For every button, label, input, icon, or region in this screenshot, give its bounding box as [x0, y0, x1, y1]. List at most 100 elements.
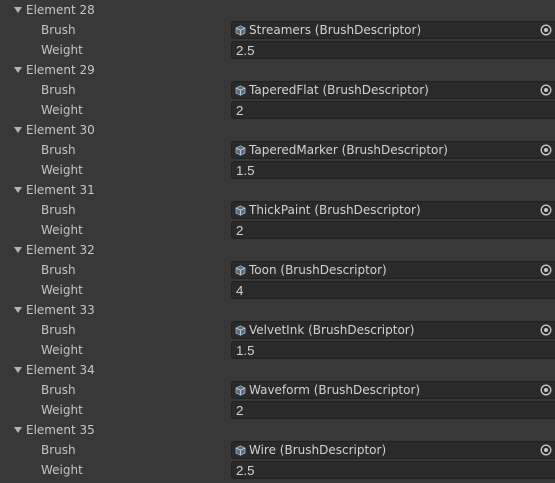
brush-row: Brush Streamers (BrushDescriptor) — [0, 20, 555, 40]
brush-object-name: TaperedMarker (BrushDescriptor) — [249, 143, 448, 157]
object-picker-icon[interactable] — [540, 324, 552, 336]
weight-label: Weight — [41, 43, 83, 57]
scriptable-object-icon — [235, 385, 246, 396]
brush-object-field[interactable]: Waveform (BrushDescriptor) — [231, 381, 555, 399]
element-header-label: Element 30 — [26, 123, 95, 137]
foldout-triangle-icon[interactable] — [13, 420, 24, 440]
weight-label: Weight — [41, 223, 83, 237]
element-header[interactable]: Element 30 — [0, 120, 555, 140]
weight-label: Weight — [41, 403, 83, 417]
list-element: Element 30 Brush TaperedMarker (BrushDes… — [0, 120, 555, 180]
brush-label: Brush — [41, 443, 76, 457]
foldout-triangle-icon[interactable] — [13, 180, 24, 200]
brush-object-field[interactable]: Toon (BrushDescriptor) — [231, 261, 555, 279]
element-header-label: Element 32 — [26, 243, 95, 257]
element-header[interactable]: Element 32 — [0, 240, 555, 260]
weight-label: Weight — [41, 463, 83, 477]
brush-row: Brush Wire (BrushDescriptor) — [0, 440, 555, 460]
foldout-triangle-icon[interactable] — [13, 0, 24, 20]
brush-row: Brush TaperedMarker (BrushDescriptor) — [0, 140, 555, 160]
element-header[interactable]: Element 28 — [0, 0, 555, 20]
weight-input[interactable] — [231, 221, 555, 239]
brush-object-name: Wire (BrushDescriptor) — [249, 443, 387, 457]
weight-input[interactable] — [231, 41, 555, 59]
weight-row: Weight — [0, 40, 555, 60]
brush-label: Brush — [41, 23, 76, 37]
brush-row: Brush VelvetInk (BrushDescriptor) — [0, 320, 555, 340]
inspector-list: Element 28 Brush Streamers (BrushDescrip… — [0, 0, 555, 483]
brush-label: Brush — [41, 83, 76, 97]
foldout-triangle-icon[interactable] — [13, 360, 24, 380]
object-picker-icon[interactable] — [540, 264, 552, 276]
weight-row: Weight — [0, 220, 555, 240]
weight-label: Weight — [41, 163, 83, 177]
list-element: Element 28 Brush Streamers (BrushDescrip… — [0, 0, 555, 60]
scriptable-object-icon — [235, 145, 246, 156]
object-picker-icon[interactable] — [540, 24, 552, 36]
weight-input[interactable] — [231, 341, 555, 359]
list-element: Element 31 Brush ThickPaint (BrushDescri… — [0, 180, 555, 240]
brush-object-field[interactable]: Streamers (BrushDescriptor) — [231, 21, 555, 39]
brush-object-name: TaperedFlat (BrushDescriptor) — [249, 83, 429, 97]
weight-row: Weight — [0, 460, 555, 480]
scriptable-object-icon — [235, 85, 246, 96]
weight-row: Weight — [0, 100, 555, 120]
element-header[interactable]: Element 29 — [0, 60, 555, 80]
scriptable-object-icon — [235, 445, 246, 456]
list-element: Element 33 Brush VelvetInk (BrushDescrip… — [0, 300, 555, 360]
brush-label: Brush — [41, 323, 76, 337]
foldout-triangle-icon[interactable] — [13, 60, 24, 80]
object-picker-icon[interactable] — [540, 384, 552, 396]
weight-input[interactable] — [231, 461, 555, 479]
brush-object-field[interactable]: VelvetInk (BrushDescriptor) — [231, 321, 555, 339]
element-header-label: Element 29 — [26, 63, 95, 77]
list-element: Element 34 Brush Waveform (BrushDescript… — [0, 360, 555, 420]
brush-object-name: Waveform (BrushDescriptor) — [249, 383, 421, 397]
object-picker-icon[interactable] — [540, 444, 552, 456]
brush-object-field[interactable]: Wire (BrushDescriptor) — [231, 441, 555, 459]
scriptable-object-icon — [235, 325, 246, 336]
element-header[interactable]: Element 33 — [0, 300, 555, 320]
object-picker-icon[interactable] — [540, 84, 552, 96]
weight-input[interactable] — [231, 281, 555, 299]
weight-row: Weight — [0, 400, 555, 420]
element-header-label: Element 28 — [26, 3, 95, 17]
element-header[interactable]: Element 35 — [0, 420, 555, 440]
weight-row: Weight — [0, 280, 555, 300]
weight-input[interactable] — [231, 161, 555, 179]
brush-object-name: Streamers (BrushDescriptor) — [249, 23, 422, 37]
weight-row: Weight — [0, 340, 555, 360]
object-picker-icon[interactable] — [540, 204, 552, 216]
brush-label: Brush — [41, 203, 76, 217]
brush-object-field[interactable]: TaperedFlat (BrushDescriptor) — [231, 81, 555, 99]
brush-object-field[interactable]: TaperedMarker (BrushDescriptor) — [231, 141, 555, 159]
weight-label: Weight — [41, 343, 83, 357]
foldout-triangle-icon[interactable] — [13, 240, 24, 260]
weight-row: Weight — [0, 160, 555, 180]
object-picker-icon[interactable] — [540, 144, 552, 156]
element-header[interactable]: Element 34 — [0, 360, 555, 380]
brush-object-name: Toon (BrushDescriptor) — [249, 263, 387, 277]
list-element: Element 29 Brush TaperedFlat (BrushDescr… — [0, 60, 555, 120]
weight-input[interactable] — [231, 401, 555, 419]
weight-label: Weight — [41, 103, 83, 117]
weight-label: Weight — [41, 283, 83, 297]
element-header-label: Element 33 — [26, 303, 95, 317]
brush-object-name: VelvetInk (BrushDescriptor) — [249, 323, 415, 337]
list-element: Element 35 Brush Wire (BrushDescriptor) … — [0, 420, 555, 480]
scriptable-object-icon — [235, 205, 246, 216]
brush-row: Brush Toon (BrushDescriptor) — [0, 260, 555, 280]
brush-object-name: ThickPaint (BrushDescriptor) — [249, 203, 421, 217]
brush-object-field[interactable]: ThickPaint (BrushDescriptor) — [231, 201, 555, 219]
element-header-label: Element 35 — [26, 423, 95, 437]
brush-label: Brush — [41, 143, 76, 157]
element-header[interactable]: Element 31 — [0, 180, 555, 200]
foldout-triangle-icon[interactable] — [13, 120, 24, 140]
brush-label: Brush — [41, 263, 76, 277]
scriptable-object-icon — [235, 25, 246, 36]
foldout-triangle-icon[interactable] — [13, 300, 24, 320]
weight-input[interactable] — [231, 101, 555, 119]
brush-row: Brush TaperedFlat (BrushDescriptor) — [0, 80, 555, 100]
element-header-label: Element 31 — [26, 183, 95, 197]
brush-label: Brush — [41, 383, 76, 397]
